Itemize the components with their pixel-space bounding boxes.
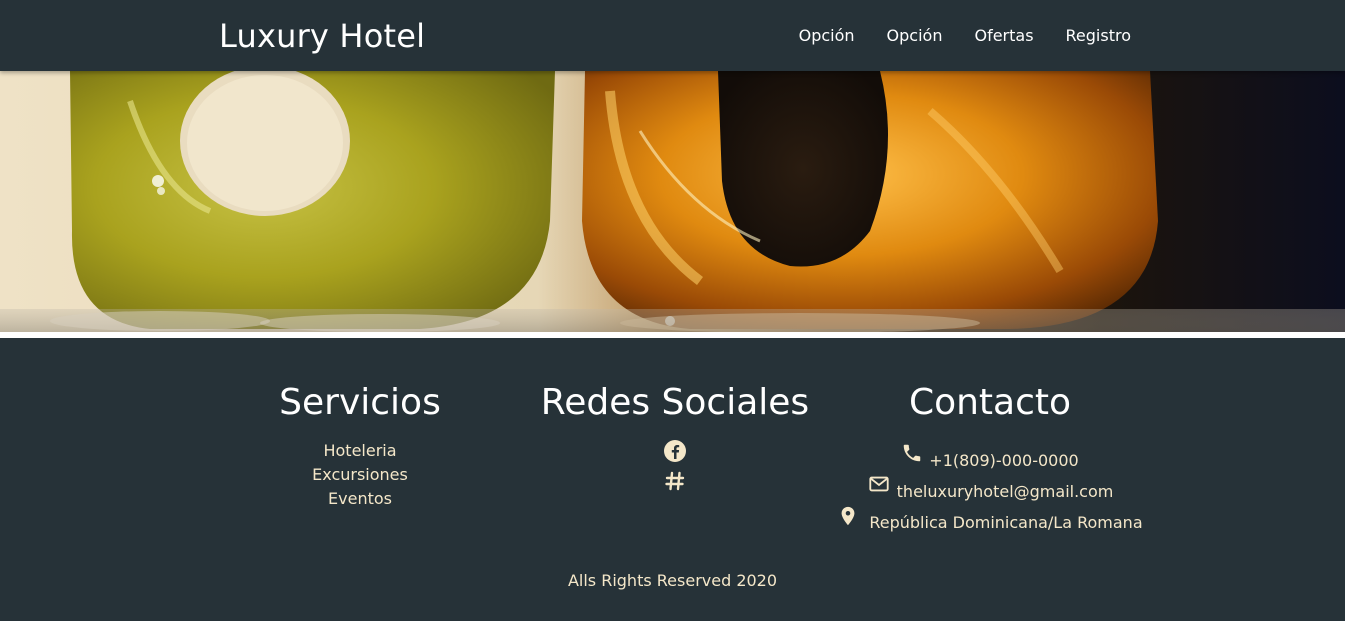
brand-logo-text[interactable]: Luxury Hotel — [219, 17, 425, 55]
contact-phone: +1(809)-000-0000 — [929, 451, 1079, 470]
contact-column: Contacto +1(809)-000-0000 theluxuryhotel… — [820, 382, 1160, 532]
services-title: Servicios — [279, 382, 441, 423]
services-column: Servicios Hoteleria Excursiones Eventos — [250, 382, 470, 511]
nav-link-ofertas[interactable]: Ofertas — [958, 26, 1049, 45]
social-title: Redes Sociales — [540, 382, 810, 423]
service-link-hoteleria[interactable]: Hoteleria — [250, 439, 470, 463]
contact-email-row: theluxuryhotel@gmail.com — [820, 470, 1160, 501]
hero-banner-image — [0, 71, 1345, 332]
contact-title: Contacto — [908, 382, 1072, 423]
copyright-text: Alls Rights Reserved 2020 — [567, 571, 778, 590]
services-list: Hoteleria Excursiones Eventos — [250, 439, 470, 511]
facebook-icon[interactable] — [663, 439, 687, 463]
top-navbar: Luxury Hotel Opción Opción Ofertas Regis… — [0, 0, 1345, 71]
location-pin-icon — [841, 506, 855, 526]
contact-location-row: República Dominicana/La Romana — [820, 501, 1160, 532]
nav-link-registro[interactable]: Registro — [1050, 26, 1131, 45]
contact-phone-row: +1(809)-000-0000 — [820, 439, 1160, 470]
nav-link-opcion-2[interactable]: Opción — [871, 26, 959, 45]
hashtag-icon[interactable] — [663, 469, 687, 493]
service-link-eventos[interactable]: Eventos — [250, 487, 470, 511]
site-footer: Servicios Hoteleria Excursiones Eventos … — [0, 338, 1345, 621]
nav-links: Opción Opción Ofertas Registro — [783, 26, 1131, 45]
phone-icon — [904, 444, 921, 462]
mail-icon — [869, 476, 889, 492]
social-column: Redes Sociales — [525, 382, 825, 499]
contact-location: República Dominicana/La Romana — [869, 513, 1143, 532]
contact-email[interactable]: theluxuryhotel@gmail.com — [897, 482, 1114, 501]
nav-link-opcion-1[interactable]: Opción — [783, 26, 871, 45]
glass-sculptures-illustration — [0, 71, 1345, 332]
service-link-excursiones[interactable]: Excursiones — [250, 463, 470, 487]
